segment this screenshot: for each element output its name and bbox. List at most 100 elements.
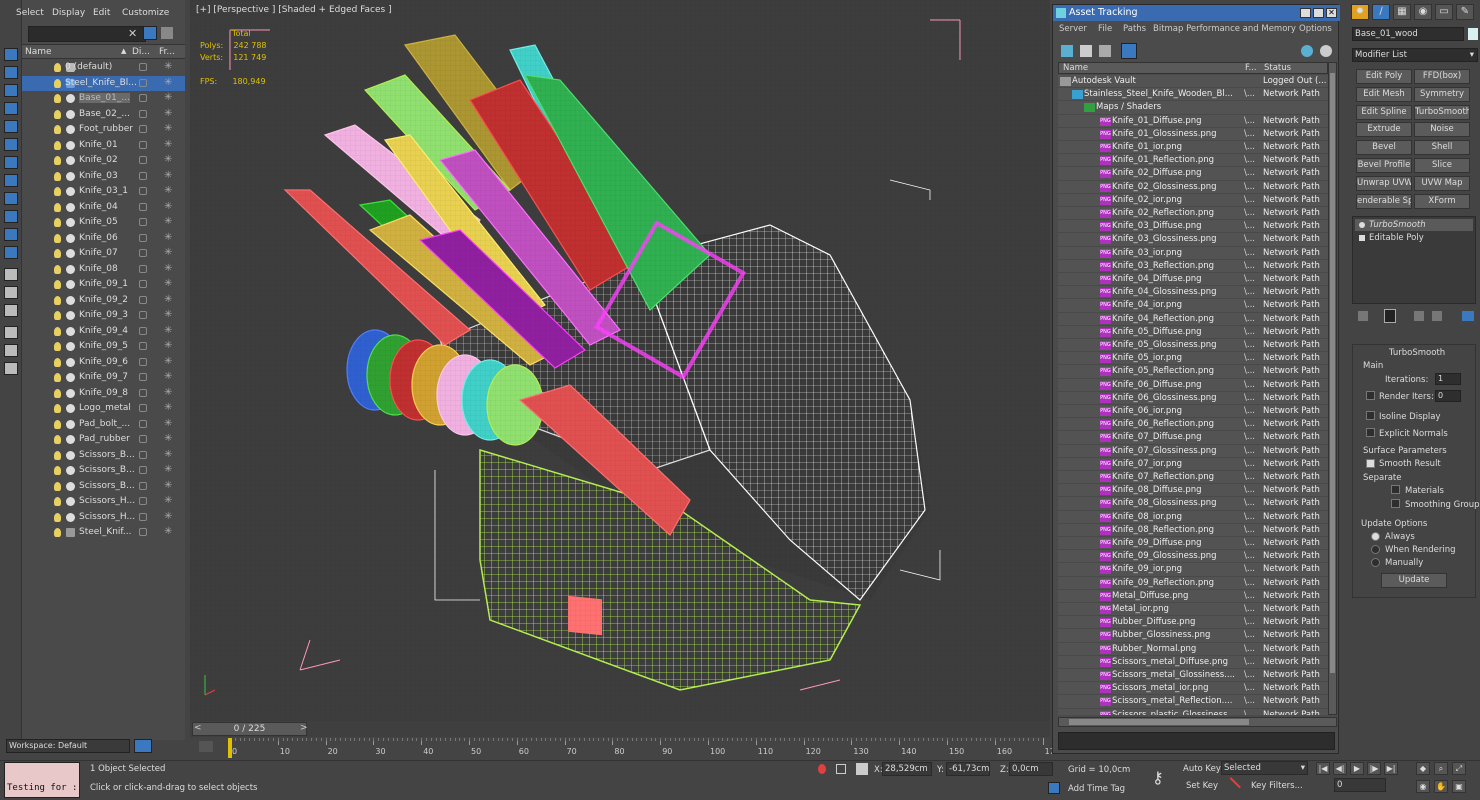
asset-tracking-title[interactable]: Asset Tracking bbox=[1053, 5, 1340, 21]
scale-tool-icon[interactable] bbox=[4, 174, 18, 187]
update-button[interactable]: Update bbox=[1381, 573, 1447, 588]
visibility-bulb-icon[interactable] bbox=[54, 435, 61, 444]
visibility-bulb-icon[interactable] bbox=[54, 481, 61, 491]
asset-row[interactable]: PNG Metal_ior.png \... Network Path bbox=[1058, 603, 1328, 617]
display-toggle-icon[interactable] bbox=[139, 342, 147, 350]
visibility-bulb-icon[interactable] bbox=[54, 280, 61, 289]
asset-row[interactable]: PNG Knife_02_ior.png \... Network Path bbox=[1058, 193, 1328, 207]
x-coordinate-field[interactable]: 28,529cm bbox=[882, 762, 932, 776]
minimize-icon[interactable] bbox=[1300, 8, 1311, 18]
modifier-button[interactable]: FFD(box) bbox=[1414, 69, 1470, 84]
display-toggle-icon[interactable] bbox=[139, 125, 147, 133]
freeze-toggle-icon[interactable]: ✳ bbox=[164, 278, 172, 289]
visibility-bulb-icon[interactable] bbox=[54, 404, 61, 413]
next-frame-icon[interactable]: |▶ bbox=[1367, 762, 1381, 775]
asset-row[interactable]: PNG Knife_03_Glossiness.png \... Network Pa… bbox=[1058, 233, 1328, 247]
visibility-bulb-icon[interactable] bbox=[54, 497, 61, 506]
visibility-bulb-icon[interactable] bbox=[54, 171, 61, 181]
col-freeze[interactable]: Fr... bbox=[159, 47, 175, 57]
visibility-bulb-icon[interactable] bbox=[54, 187, 61, 196]
key-filters-button[interactable]: Key Filters... bbox=[1251, 781, 1303, 791]
asset-row[interactable]: PNG Knife_07_Glossiness.png \... Network Pa… bbox=[1058, 444, 1328, 458]
when-rendering-radio[interactable] bbox=[1371, 545, 1380, 554]
display-toggle-icon[interactable] bbox=[139, 202, 147, 211]
asset-row[interactable]: PNG Knife_06_Glossiness.png \... Network Pa… bbox=[1058, 391, 1328, 405]
scene-row[interactable]: Foot_rubber ✳ bbox=[22, 122, 185, 138]
prev-frame-icon[interactable]: ◀| bbox=[1333, 762, 1347, 775]
asset-menu-file[interactable]: File bbox=[1098, 24, 1112, 34]
asset-row[interactable]: PNG Knife_05_ior.png \... Network Path bbox=[1058, 352, 1328, 366]
time-next-icon[interactable]: > bbox=[300, 723, 308, 733]
asset-row[interactable]: PNG Knife_02_Reflection.png \... Network Pa… bbox=[1058, 207, 1328, 221]
asset-col-name[interactable]: Name bbox=[1063, 63, 1088, 73]
modifier-button[interactable]: enderable Splin bbox=[1356, 193, 1412, 209]
orbit-icon[interactable]: ◉ bbox=[1416, 780, 1430, 793]
iterations-spinner[interactable]: 1 bbox=[1435, 373, 1461, 385]
display-toggle-icon[interactable] bbox=[139, 249, 147, 257]
freeze-toggle-icon[interactable]: ✳ bbox=[164, 433, 172, 444]
smooth-result-checkbox[interactable] bbox=[1366, 459, 1375, 468]
visibility-bulb-icon[interactable] bbox=[54, 528, 61, 537]
visibility-bulb-icon[interactable] bbox=[54, 233, 61, 243]
asset-row[interactable]: PNG Knife_07_Reflection.png \... Network Pa… bbox=[1058, 471, 1328, 485]
zoom-extents-icon[interactable]: ⤢ bbox=[1452, 762, 1466, 775]
visibility-bulb-icon[interactable] bbox=[54, 295, 61, 305]
scene-row[interactable]: Base_02_... ✳ bbox=[22, 107, 185, 123]
scene-row[interactable]: Knife_06 ✳ bbox=[22, 231, 185, 247]
z-coordinate-field[interactable]: 0,0cm bbox=[1009, 762, 1053, 776]
page-icon[interactable] bbox=[4, 268, 18, 281]
asset-row[interactable]: PNG Knife_08_Reflection.png \... Network Pa… bbox=[1058, 523, 1328, 537]
expand-icon[interactable] bbox=[1359, 235, 1365, 241]
display-toggle-icon[interactable] bbox=[139, 435, 147, 443]
auto-key-button[interactable]: Auto Key bbox=[1183, 764, 1221, 774]
scene-row[interactable]: Pad_bolt_... ✳ bbox=[22, 417, 185, 433]
modifier-button[interactable]: Edit Spline bbox=[1356, 104, 1412, 120]
freeze-toggle-icon[interactable]: ✳ bbox=[164, 170, 172, 181]
image-view-icon[interactable] bbox=[1099, 45, 1111, 57]
asset-col-path[interactable]: F... bbox=[1245, 63, 1257, 73]
asset-row[interactable]: PNG Knife_04_ior.png \... Network Path bbox=[1058, 299, 1328, 313]
asset-menu-paths[interactable]: Paths bbox=[1123, 24, 1146, 34]
stack-icon[interactable] bbox=[4, 362, 18, 375]
asset-row[interactable]: PNG Scissors_metal_Diffuse.png \... Network… bbox=[1058, 655, 1328, 669]
visibility-bulb-icon[interactable] bbox=[54, 450, 61, 460]
modifier-button[interactable]: Bevel bbox=[1356, 140, 1412, 156]
freeze-toggle-icon[interactable]: ✳ bbox=[164, 325, 172, 336]
freeze-toggle-icon[interactable]: ✳ bbox=[164, 108, 172, 119]
display-toggle-icon[interactable] bbox=[139, 528, 147, 536]
explicit-normals-checkbox[interactable] bbox=[1366, 428, 1375, 437]
display-toggle-icon[interactable] bbox=[139, 156, 147, 164]
asset-row[interactable]: PNG Rubber_Glossiness.png \... Network Path bbox=[1058, 629, 1328, 643]
display-toggle-icon[interactable] bbox=[139, 481, 147, 490]
stack-turbosmooth[interactable]: TurboSmooth bbox=[1355, 219, 1473, 231]
scene-row[interactable]: Knife_09_3 ✳ bbox=[22, 308, 185, 324]
display-tab-icon[interactable]: ▭ bbox=[1435, 4, 1453, 20]
display-toggle-icon[interactable] bbox=[139, 63, 147, 71]
filter-toggle-icon[interactable] bbox=[143, 26, 157, 40]
smoothing-groups-checkbox[interactable] bbox=[1391, 499, 1400, 508]
freeze-toggle-icon[interactable]: ✳ bbox=[164, 495, 172, 506]
asset-row[interactable]: PNG Knife_09_Glossiness.png \... Network Pa… bbox=[1058, 550, 1328, 564]
freeze-toggle-icon[interactable]: ✳ bbox=[164, 418, 172, 429]
visibility-bulb-icon[interactable] bbox=[54, 326, 61, 336]
y-coordinate-field[interactable]: -61,73cm bbox=[946, 762, 990, 776]
asset-menu-options[interactable]: Options bbox=[1299, 24, 1332, 34]
asset-row[interactable]: PNG Knife_06_ior.png \... Network Path bbox=[1058, 405, 1328, 419]
time-slider-track[interactable] bbox=[190, 721, 1050, 737]
asset-hscroll-thumb[interactable] bbox=[1069, 719, 1249, 725]
make-unique-icon[interactable] bbox=[1414, 311, 1424, 321]
scene-row[interactable]: Knife_09_7 ✳ bbox=[22, 370, 185, 386]
freeze-toggle-icon[interactable]: ✳ bbox=[164, 356, 172, 367]
modifier-button[interactable]: Unwrap UVW bbox=[1356, 175, 1412, 191]
freeze-toggle-icon[interactable]: ✳ bbox=[164, 387, 172, 398]
asset-row[interactable]: PNG Knife_03_ior.png \... Network Path bbox=[1058, 246, 1328, 260]
go-to-start-icon[interactable]: |◀ bbox=[1316, 762, 1330, 775]
display-toggle-icon[interactable] bbox=[139, 140, 147, 149]
visibility-bulb-icon[interactable] bbox=[54, 388, 61, 398]
time-prev-icon[interactable]: < bbox=[194, 723, 202, 733]
materials-checkbox[interactable] bbox=[1391, 485, 1400, 494]
help-icon[interactable] bbox=[1301, 45, 1313, 57]
freeze-toggle-icon[interactable]: ✳ bbox=[164, 464, 172, 475]
display-toggle-icon[interactable] bbox=[139, 404, 147, 412]
asset-row[interactable]: PNG Knife_09_Diffuse.png \... Network Path bbox=[1058, 537, 1328, 551]
